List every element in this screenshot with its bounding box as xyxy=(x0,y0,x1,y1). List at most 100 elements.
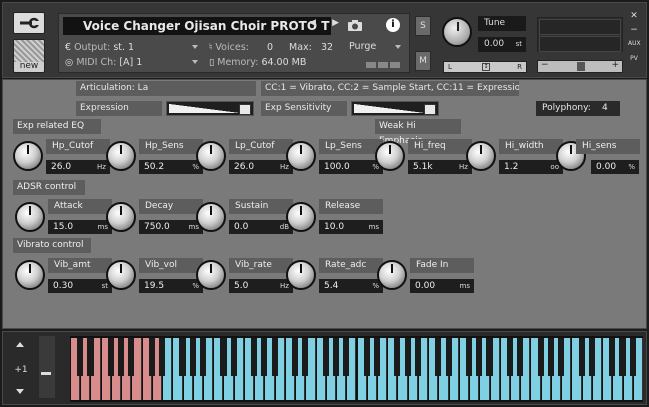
hi-sens-value[interactable]: 0.00% xyxy=(591,160,639,174)
hp-cutof-value[interactable]: 26.0 Hz xyxy=(46,160,110,174)
black-key[interactable] xyxy=(261,338,268,376)
black-key[interactable] xyxy=(578,338,585,376)
black-key[interactable] xyxy=(271,338,278,376)
sustain-knob[interactable] xyxy=(196,202,226,232)
release-knob[interactable] xyxy=(286,202,316,232)
midi-dropdown-icon[interactable] xyxy=(192,60,198,64)
black-key[interactable] xyxy=(179,338,186,376)
black-key[interactable] xyxy=(547,338,554,376)
expression-slider[interactable] xyxy=(166,101,254,116)
pan-slider[interactable]: L ↕ R xyxy=(443,61,527,73)
black-key[interactable] xyxy=(302,338,309,376)
tune-knob[interactable] xyxy=(442,17,472,47)
vib-rate-knob[interactable] xyxy=(196,260,226,290)
attack-value[interactable]: 15.0 ms xyxy=(48,220,112,234)
black-key[interactable] xyxy=(322,338,329,376)
release-value[interactable]: 10.0 ms xyxy=(319,220,383,234)
black-key[interactable] xyxy=(486,338,493,376)
rate-adc-knob[interactable] xyxy=(286,260,316,290)
piano-keyboard[interactable] xyxy=(70,336,643,402)
hp-sens-value[interactable]: 50.2% xyxy=(139,160,203,174)
new-button[interactable]: new xyxy=(13,39,45,73)
volume-slider[interactable]: − + xyxy=(537,60,623,73)
black-key[interactable] xyxy=(537,338,544,376)
black-key[interactable] xyxy=(363,338,370,376)
instrument-title[interactable]: Voice Changer Ojisan Choir PROTO T xyxy=(63,17,331,35)
minimize-icon[interactable]: − xyxy=(628,25,640,35)
output-row[interactable]: € Output: st. 1 xyxy=(65,41,134,54)
output-value[interactable]: st. 1 xyxy=(113,42,134,53)
next-arrow-icon[interactable]: ▶ xyxy=(332,18,339,28)
mod-wheel[interactable] xyxy=(39,336,55,398)
midi-value[interactable]: [A] 1 xyxy=(119,57,142,68)
octave-up-icon[interactable] xyxy=(16,342,24,347)
black-key[interactable] xyxy=(251,338,258,376)
midi-row[interactable]: ◎ MIDI Ch: [A] 1 xyxy=(65,56,142,69)
black-key[interactable] xyxy=(609,338,616,376)
camera-icon[interactable] xyxy=(347,19,363,31)
black-key[interactable] xyxy=(506,338,514,376)
polyphony-display[interactable]: Polyphony: 4 xyxy=(536,101,620,116)
black-key[interactable] xyxy=(77,338,84,376)
black-key[interactable] xyxy=(292,338,299,376)
black-key[interactable] xyxy=(373,338,381,376)
black-key[interactable] xyxy=(619,338,626,376)
black-key[interactable] xyxy=(189,338,196,376)
fade-in-knob[interactable] xyxy=(377,260,407,290)
octave-down-icon[interactable] xyxy=(16,389,24,394)
black-key[interactable] xyxy=(558,338,565,376)
wrench-button[interactable] xyxy=(13,12,45,34)
purge-button[interactable]: Purge xyxy=(349,41,376,52)
vib-vol-knob[interactable] xyxy=(106,260,136,290)
vib-amt-knob[interactable] xyxy=(15,260,45,290)
hi-width-knob[interactable] xyxy=(466,141,496,171)
black-key[interactable] xyxy=(220,338,227,376)
vib-amt-value[interactable]: 0.30 st xyxy=(48,279,112,293)
hi-freq-value[interactable]: 5.1k Hz xyxy=(408,160,472,174)
black-key[interactable] xyxy=(394,338,401,376)
solo-button[interactable]: S xyxy=(415,16,431,36)
volume-thumb[interactable] xyxy=(577,62,585,71)
black-key[interactable] xyxy=(465,338,473,376)
vib-rate-value[interactable]: 5.0 Hz xyxy=(229,279,293,293)
hi-width-value[interactable]: 1.2 oo xyxy=(499,160,563,174)
black-key[interactable] xyxy=(588,338,595,376)
black-key[interactable] xyxy=(414,338,421,376)
hi-freq-knob[interactable] xyxy=(375,141,405,171)
lp-cutof-value[interactable]: 26.0 Hz xyxy=(229,160,293,174)
decay-knob[interactable] xyxy=(106,202,136,232)
articulation-label[interactable]: Articulation: La xyxy=(76,81,256,96)
attack-knob[interactable] xyxy=(15,202,45,232)
black-key[interactable] xyxy=(445,338,452,376)
black-key[interactable] xyxy=(159,338,166,376)
black-key[interactable] xyxy=(118,338,125,376)
black-key[interactable] xyxy=(343,338,350,376)
pan-center-icon[interactable]: ↕ xyxy=(482,63,490,71)
rate-adc-value[interactable]: 5.4% xyxy=(319,279,383,293)
octave-control[interactable]: +1 xyxy=(9,340,33,398)
black-key[interactable] xyxy=(199,338,207,376)
black-key[interactable] xyxy=(230,338,237,376)
sustain-value[interactable]: 0.0 dB xyxy=(229,220,293,234)
black-key[interactable] xyxy=(128,338,135,376)
pv-button[interactable]: PV xyxy=(628,55,640,62)
black-key[interactable] xyxy=(476,338,483,376)
exp-sensitivity-slider[interactable] xyxy=(351,101,439,116)
prev-arrow-icon[interactable]: ◀ xyxy=(309,18,316,28)
black-key[interactable] xyxy=(107,338,114,376)
black-key[interactable] xyxy=(435,338,442,376)
decay-value[interactable]: 750.0 ms xyxy=(139,220,203,234)
info-icon[interactable]: i xyxy=(386,18,400,32)
instrument-nav[interactable]: ◀ ▶ xyxy=(309,18,339,28)
tune-value[interactable]: 0.00 st xyxy=(478,37,526,52)
output-dropdown-icon[interactable] xyxy=(192,45,198,49)
close-icon[interactable]: ✕ xyxy=(628,11,640,21)
max-value[interactable]: 32 xyxy=(321,41,333,54)
black-key[interactable] xyxy=(332,338,340,376)
black-key[interactable] xyxy=(87,338,94,376)
vib-vol-value[interactable]: 19.5% xyxy=(139,279,203,293)
black-key[interactable] xyxy=(148,338,155,376)
mod-wheel-handle[interactable] xyxy=(41,372,51,375)
black-key[interactable] xyxy=(517,338,524,376)
black-key[interactable] xyxy=(404,338,411,376)
